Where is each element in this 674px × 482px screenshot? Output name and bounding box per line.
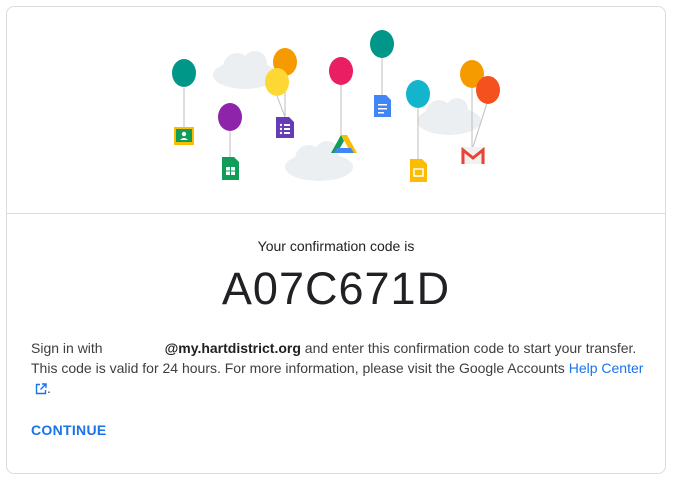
confirmation-code-label: Your confirmation code is <box>257 238 415 254</box>
continue-button[interactable]: CONTINUE <box>31 422 107 438</box>
balloon-pink <box>329 57 353 85</box>
balloons-illustration <box>172 30 500 182</box>
transfer-card: Your confirmation code is A07C671D Sign … <box>6 6 666 474</box>
balloon-purple <box>218 103 242 131</box>
classroom-icon <box>174 127 194 145</box>
gmail-icon <box>461 146 485 164</box>
forms-icon <box>276 117 294 138</box>
instruction-text-body: and enter this confirmation code to star… <box>31 340 637 376</box>
transfer-instructions: Sign in with @my.hartdistrict.org and ent… <box>31 338 646 398</box>
docs-icon <box>374 95 391 117</box>
instruction-period: . <box>47 380 51 396</box>
account-email: @my.hartdistrict.org <box>164 340 301 356</box>
balloon-teal-left <box>172 59 196 87</box>
confirmation-code: A07C671D <box>221 263 451 314</box>
help-center-link-label: Help Center <box>568 360 644 376</box>
balloon-yellow <box>265 68 289 96</box>
slides-icon <box>410 159 427 182</box>
divider <box>7 213 665 214</box>
sheets-icon <box>222 157 239 180</box>
cloud-bottom <box>285 141 353 181</box>
balloon-red <box>476 76 500 104</box>
balloon-cyan <box>406 80 430 108</box>
balloon-teal-top <box>370 30 394 58</box>
external-link-icon <box>35 383 47 395</box>
instruction-text-start: Sign in with <box>31 340 103 356</box>
